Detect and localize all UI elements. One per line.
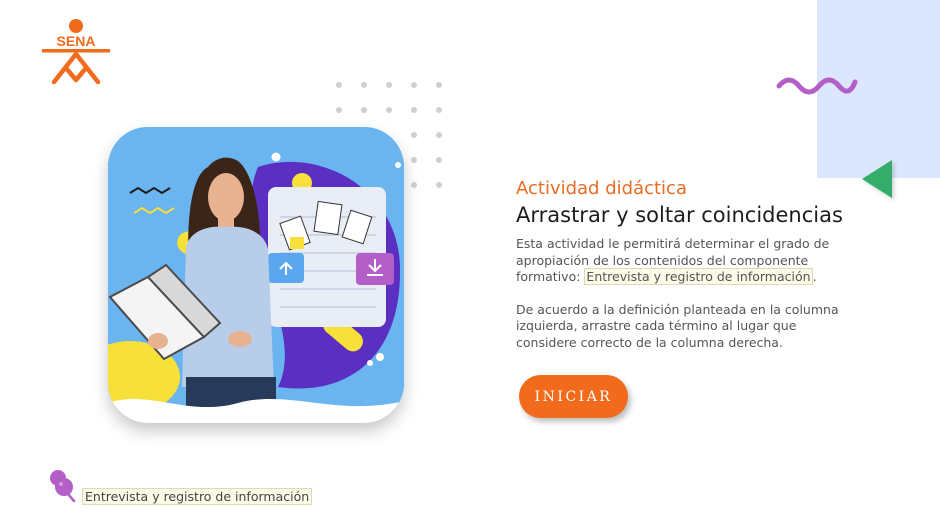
- svg-text:SENA: SENA: [57, 33, 96, 49]
- activity-description: Esta actividad le permitirá determinar e…: [516, 236, 856, 351]
- sena-logo: SENA: [42, 19, 110, 85]
- footer-topic-label: Entrevista y registro de información: [82, 488, 313, 505]
- intro-paragraph: Esta actividad le permitirá determinar e…: [516, 236, 856, 286]
- start-button[interactable]: INICIAR: [519, 375, 628, 418]
- squiggle-decoration-icon: [776, 77, 858, 95]
- activity-title: Arrastrar y soltar coincidencias: [516, 203, 843, 227]
- topic-suffix: .: [812, 269, 817, 284]
- instructions-paragraph: De acuerdo a la definición planteada en …: [516, 301, 839, 350]
- topic-highlight: Entrevista y registro de información: [584, 268, 813, 285]
- pushpin-icon: [50, 470, 76, 502]
- hero-illustration: [108, 127, 404, 423]
- triangle-decoration-icon: [862, 160, 892, 198]
- activity-subtitle: Actividad didáctica: [516, 178, 687, 199]
